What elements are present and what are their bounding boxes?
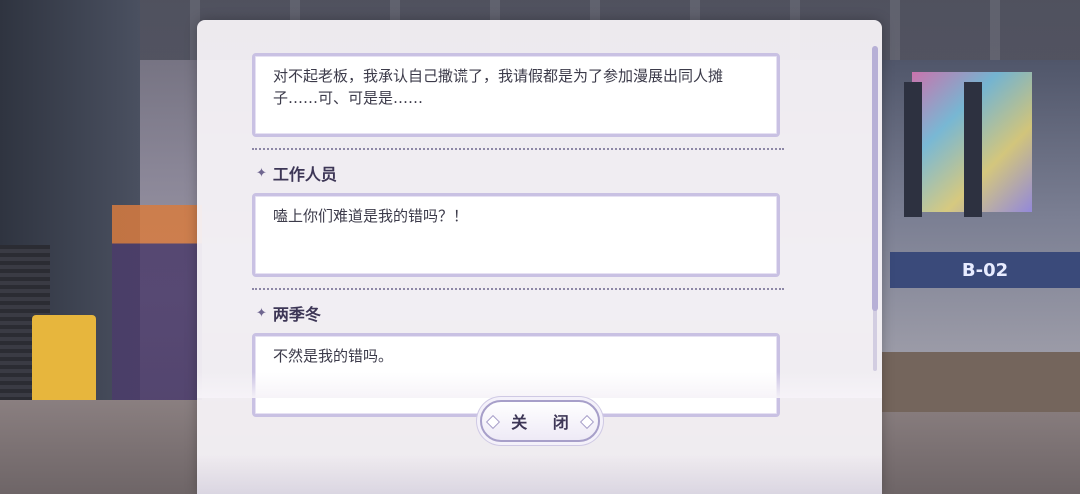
- background-pillar: [964, 82, 982, 217]
- diamond-ornament-icon: [579, 414, 595, 430]
- speaker-label: 两季冬: [272, 305, 321, 324]
- speaker-label: 工作人员: [272, 165, 337, 184]
- entry-divider: [252, 288, 784, 290]
- background-booth: [112, 205, 202, 420]
- dialog-entry-text: 嗑上你们难道是我的错吗？！: [252, 193, 780, 277]
- background-pillar: [904, 82, 922, 217]
- dialog-entry-text: 对不起老板，我承认自己撒谎了，我请假都是为了参加漫展出同人摊子……可、可是是……: [252, 53, 780, 137]
- close-button[interactable]: 关 闭: [480, 400, 600, 442]
- booth-sign: B-02: [890, 252, 1080, 288]
- background-counter: [882, 352, 1080, 412]
- scrollbar-thumb[interactable]: [872, 46, 878, 311]
- sparkle-icon: ✦: [256, 165, 267, 181]
- bottom-shade: [197, 455, 882, 494]
- speaker-name: ✦ 两季冬: [256, 302, 321, 324]
- diamond-ornament-icon: [485, 414, 501, 430]
- scroll-fade: [197, 372, 882, 398]
- entry-divider: [252, 148, 784, 150]
- speaker-name: ✦ 工作人员: [256, 162, 337, 184]
- close-button-label: 关 闭: [511, 413, 579, 432]
- sparkle-icon: ✦: [256, 305, 267, 321]
